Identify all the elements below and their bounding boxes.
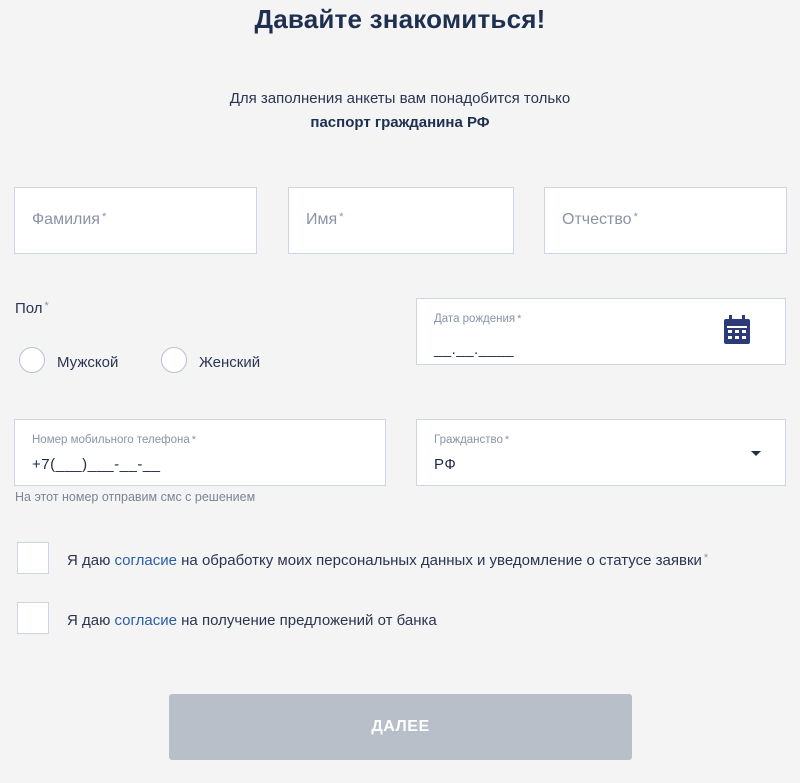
- phone-field[interactable]: Номер мобильного телефона * +7(___)___-__…: [14, 419, 386, 486]
- gender-female-label[interactable]: Женский: [199, 354, 260, 371]
- calendar-icon[interactable]: [723, 315, 751, 350]
- intro-line-1: Для заполнения анкеты вам понадобится то…: [229, 90, 571, 107]
- consent-offers-checkbox[interactable]: [17, 602, 49, 634]
- citizenship-label: Гражданство *: [434, 434, 510, 446]
- patronymic-field[interactable]: Отчество *: [544, 187, 787, 254]
- consent-link[interactable]: согласие: [115, 612, 177, 629]
- page-title: Давайте знакомиться!: [254, 4, 546, 34]
- gender-label: Пол *: [15, 300, 49, 317]
- patronymic-placeholder: Отчество *: [562, 211, 638, 228]
- firstname-field[interactable]: Имя *: [288, 187, 514, 254]
- phone-value: +7(___)___-__-__: [32, 456, 161, 473]
- lastname-field[interactable]: Фамилия *: [14, 187, 257, 254]
- phone-label: Номер мобильного телефона *: [32, 434, 197, 446]
- consent-offers-text: Я даю согласие на получение предложений …: [67, 612, 437, 629]
- gender-male-radio[interactable]: [19, 347, 45, 373]
- chevron-down-icon[interactable]: [751, 451, 761, 456]
- firstname-placeholder: Имя *: [306, 211, 344, 228]
- next-button[interactable]: ДАЛЕЕ: [169, 694, 632, 760]
- birthdate-label: Дата рождения *: [434, 313, 522, 325]
- gender-female-radio[interactable]: [161, 347, 187, 373]
- birthdate-field[interactable]: Дата рождения * __.__.____: [416, 298, 786, 365]
- birthdate-value: __.__.____: [434, 341, 515, 358]
- consent-personal-data-checkbox[interactable]: [17, 542, 49, 574]
- phone-hint: На этот номер отправим смс с решением: [15, 490, 256, 504]
- consent-link[interactable]: согласие: [115, 552, 177, 569]
- consent-personal-data-text: Я даю согласие на обработку моих персона…: [67, 552, 709, 569]
- lastname-placeholder: Фамилия *: [32, 211, 107, 228]
- citizenship-select[interactable]: Гражданство * РФ: [416, 419, 786, 486]
- intro-text: Для заполнения анкеты вам понадобится то…: [0, 87, 800, 135]
- citizenship-value: РФ: [434, 456, 457, 473]
- intro-line-2: паспорт гражданина РФ: [310, 114, 490, 131]
- gender-male-label[interactable]: Мужской: [57, 354, 118, 371]
